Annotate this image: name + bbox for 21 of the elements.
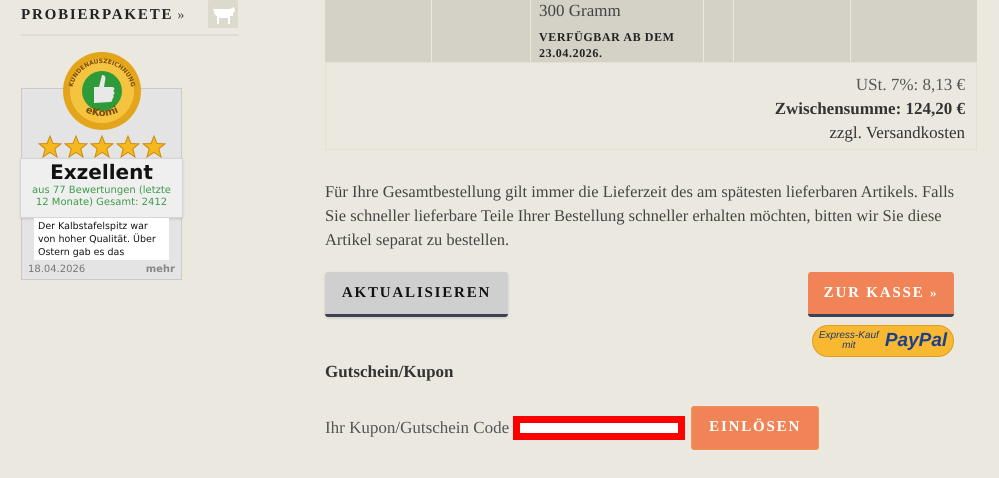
- delivery-note: Für Ihre Gesamtbestellung gilt immer die Lieferzeit des am spätesten lieferbaren Artikels. Falls Sie schneller lieferbare Teile Ihrer Bestellung schneller erhalten möchten, bitten wir Sie diese Artikel separat zu bestellen.: [325, 181, 956, 251]
- coupon-input[interactable]: [513, 416, 686, 440]
- star-icon: [38, 135, 62, 158]
- availability-note: VERFÜGBAR AB DEM 23.04.2026.: [539, 29, 676, 62]
- product-amount: 300 Gramm: [539, 0, 622, 22]
- sidebar-title[interactable]: PROBIERPAKETE: [21, 4, 174, 26]
- shipping-note: zzgl. Versandkosten: [829, 122, 965, 144]
- rating-label: Exzellent: [50, 159, 153, 185]
- tax-amount: USt. 7%: 8,13 €: [856, 74, 965, 96]
- review-date: 18.04.2026: [28, 263, 86, 277]
- star-icon: [142, 135, 166, 158]
- coupon-heading: Gutschein/Kupon: [325, 361, 454, 383]
- coupon-label: Ihr Kupon/Gutschein Code: [325, 416, 510, 439]
- review-text: Der Kalbstafelspitz war von hoher Qualität. Über Ostern gab es das: [34, 218, 169, 260]
- star-icon: [116, 135, 140, 158]
- star-icon: [64, 135, 88, 158]
- rating-summary: aus 77 Bewertungen (letzte 12 Monate) Gesamt: 2412: [31, 185, 172, 209]
- star-icon: [90, 135, 114, 158]
- chevron-text: »: [177, 6, 184, 24]
- update-button[interactable]: AKTUALISIEREN: [325, 272, 508, 317]
- subtotal-amount: Zwischensumme: 124,20 €: [774, 98, 965, 120]
